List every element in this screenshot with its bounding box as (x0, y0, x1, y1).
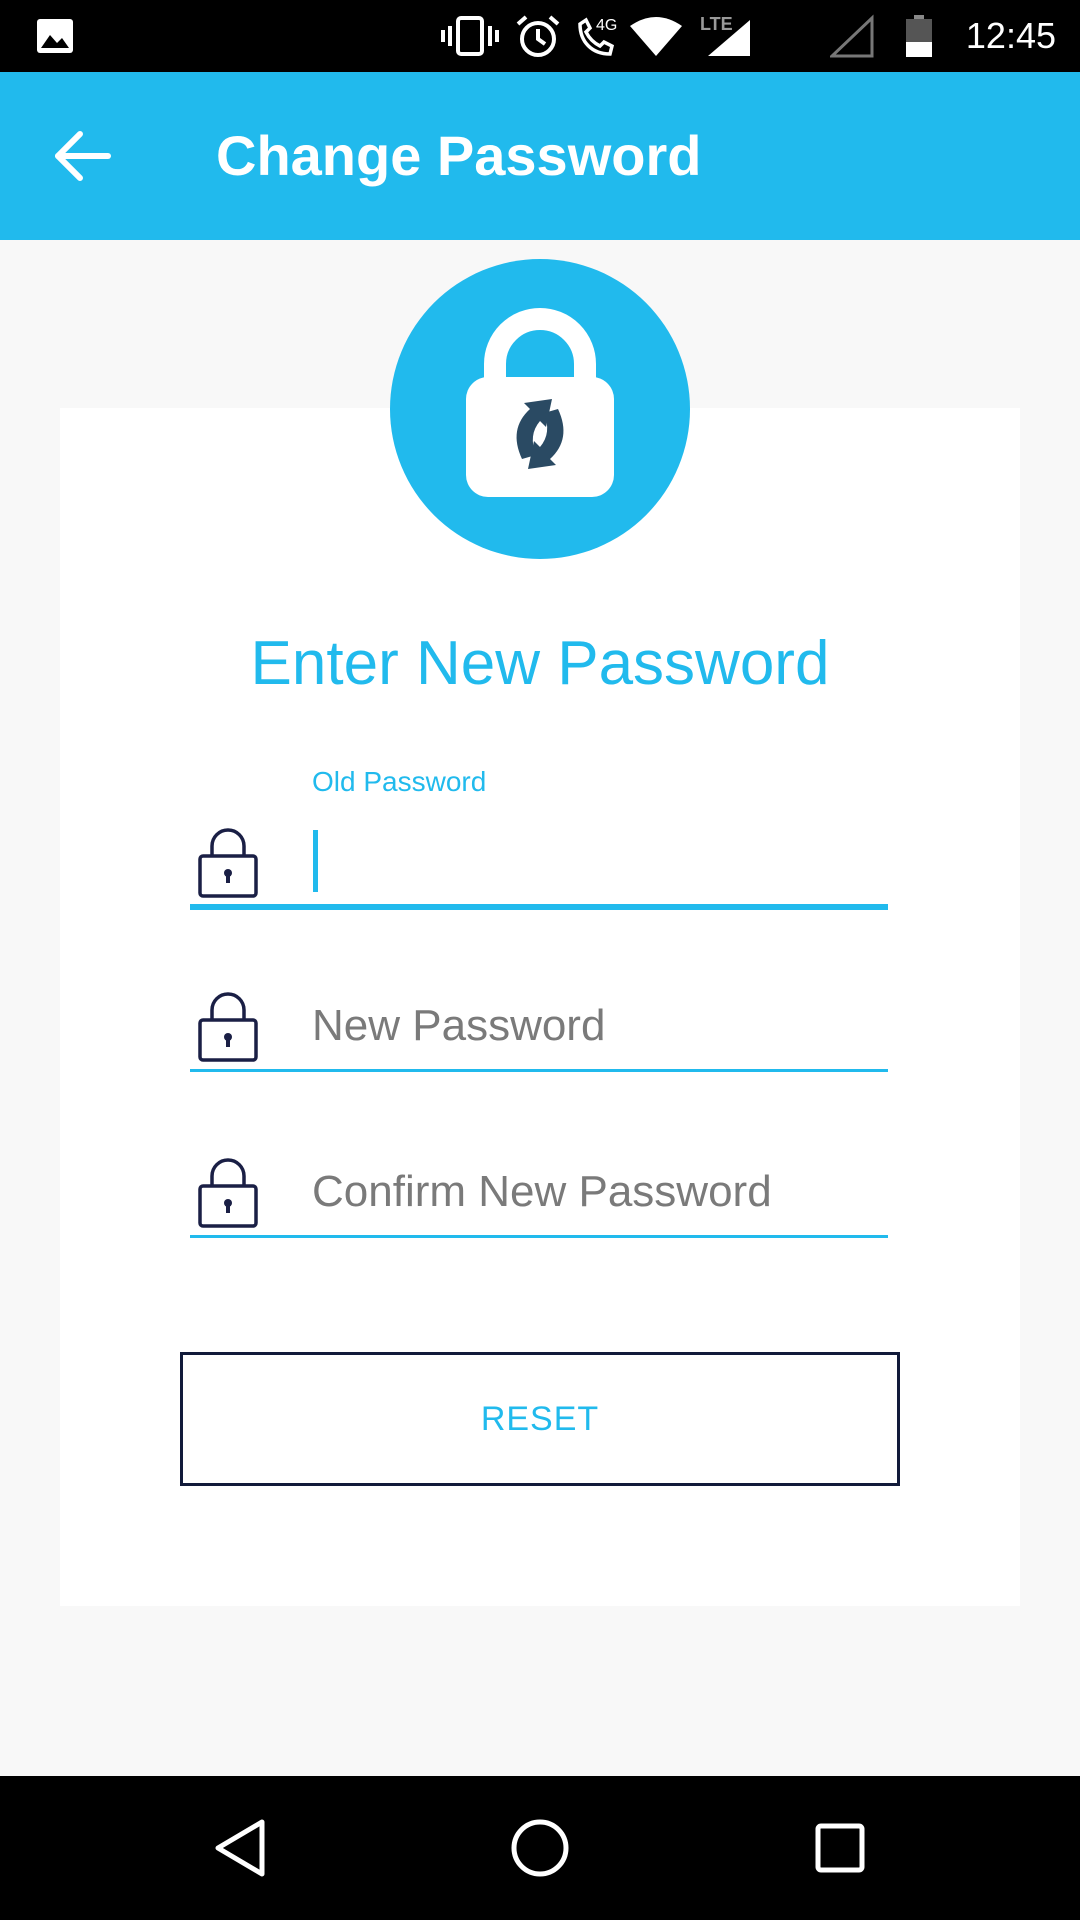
signal-icon (830, 14, 874, 58)
confirm-password-input[interactable] (312, 1160, 872, 1224)
status-bar: 4G LTE 12:45 (0, 0, 1080, 72)
lock-icon (198, 828, 258, 898)
alarm-icon (516, 15, 560, 57)
lock-refresh-icon (466, 308, 614, 497)
lock-badge (390, 259, 690, 559)
lock-icon (198, 992, 258, 1062)
new-password-field (190, 980, 888, 1072)
form-heading: Enter New Password (250, 629, 830, 698)
call-4g-icon: 4G (578, 17, 617, 56)
lock-icon (198, 1158, 258, 1228)
reset-button[interactable]: RESET (180, 1352, 900, 1486)
old-password-input[interactable] (312, 826, 872, 890)
new-password-input[interactable] (312, 994, 872, 1058)
confirm-password-field (190, 1146, 888, 1238)
status-clock: 12:45 (965, 15, 1056, 56)
home-circle-icon[interactable] (508, 1816, 572, 1880)
old-password-label: Old Password (312, 766, 487, 797)
app-bar: Change Password (0, 72, 1080, 240)
gallery-icon (37, 19, 73, 53)
old-password-field: Old Password (190, 760, 888, 910)
lte-signal-icon: LTE (700, 14, 750, 56)
navigation-bar (0, 1776, 1080, 1920)
lte-label: LTE (700, 14, 733, 34)
page-title: Change Password (216, 124, 702, 187)
battery-icon (906, 15, 932, 57)
old-password-underline (190, 904, 888, 910)
network-label: 4G (596, 17, 617, 34)
confirm-password-underline (190, 1235, 888, 1238)
new-password-underline (190, 1069, 888, 1072)
back-triangle-icon[interactable] (208, 1816, 272, 1880)
vibrate-icon (441, 16, 499, 56)
wifi-icon (630, 17, 682, 56)
screen: 4G LTE 12:45 Change Password Enter New P… (0, 0, 1080, 1920)
arrow-left-icon[interactable] (50, 124, 116, 188)
recents-square-icon[interactable] (808, 1816, 872, 1880)
